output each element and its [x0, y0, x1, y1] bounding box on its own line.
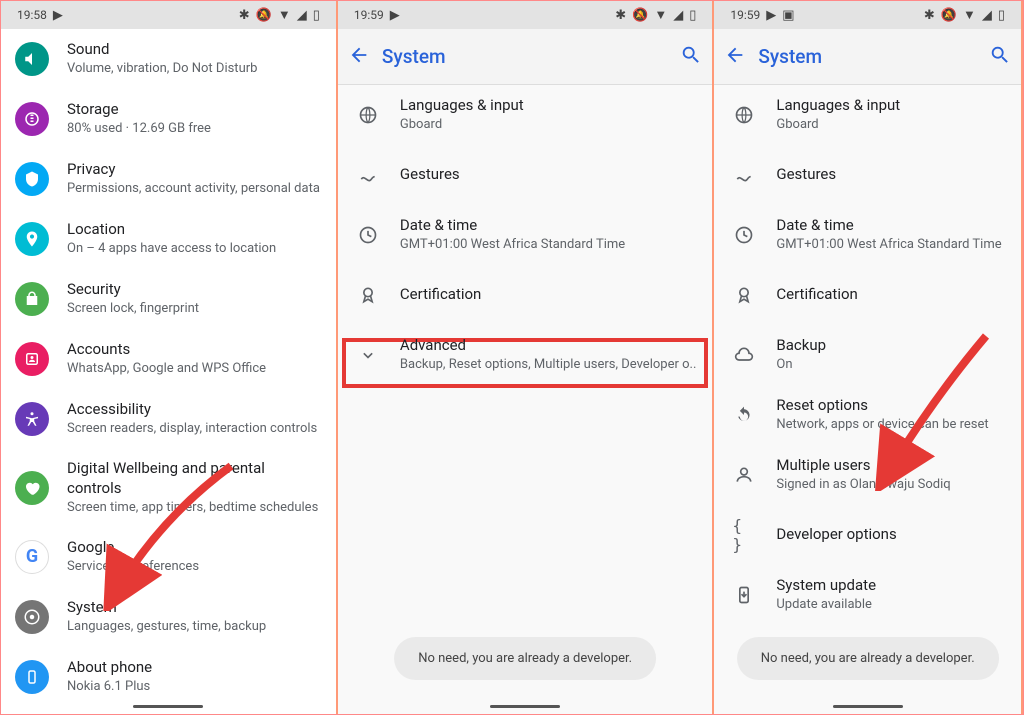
battery-icon: ▯ — [998, 8, 1005, 23]
chevron-down-icon — [356, 343, 380, 367]
row-multiusers[interactable]: Multiple usersSigned in as Olanrewaju So… — [714, 445, 1021, 505]
phone-panel-system: 19:59 ▶ ✱ 🔕 ▼ ◢ ▯ System Languages & inp… — [338, 1, 714, 714]
signal-icon: ◢ — [982, 8, 992, 23]
row-gestures[interactable]: Gestures — [338, 145, 712, 205]
update-icon — [732, 583, 756, 607]
settings-row-about[interactable]: About phoneNokia 6.1 Plus — [1, 647, 336, 707]
wifi-icon: ▼ — [278, 7, 291, 23]
row-developer[interactable]: { } Developer options — [714, 505, 1021, 565]
storage-icon — [15, 102, 49, 136]
signal-icon: ◢ — [297, 8, 307, 23]
play-icon: ▶ — [53, 8, 63, 23]
row-sysupdate[interactable]: System updateUpdate available — [714, 565, 1021, 625]
privacy-icon — [15, 162, 49, 196]
row-certification[interactable]: Certification — [714, 265, 1021, 325]
settings-row-privacy[interactable]: PrivacyPermissions, account activity, pe… — [1, 149, 336, 209]
signal-icon: ◢ — [673, 8, 683, 23]
dnd-icon: 🔕 — [632, 8, 648, 23]
search-button[interactable] — [680, 44, 702, 70]
accessibility-icon — [15, 402, 49, 436]
sound-icon — [15, 42, 49, 76]
phone-panel-system-expanded: 19:59 ▶ ▣ ✱ 🔕 ▼ ◢ ▯ System Languages & i… — [714, 1, 1023, 714]
status-bar: 19:58 ▶ ✱ 🔕 ▼ ◢ ▯ — [1, 1, 336, 29]
row-certification[interactable]: Certification — [338, 265, 712, 325]
clock-icon — [732, 223, 756, 247]
status-bar: 19:59 ▶ ▣ ✱ 🔕 ▼ ◢ ▯ — [714, 1, 1021, 29]
settings-row-location[interactable]: LocationOn – 4 apps have access to locat… — [1, 209, 336, 269]
wifi-icon: ▼ — [654, 7, 667, 23]
wellbeing-icon — [15, 471, 49, 505]
back-button[interactable] — [724, 44, 746, 70]
row-advanced[interactable]: AdvancedBackup, Reset options, Multiple … — [338, 325, 712, 385]
dnd-icon: 🔕 — [941, 8, 957, 23]
settings-row-accounts[interactable]: AccountsWhatsApp, Google and WPS Office — [1, 329, 336, 389]
bluetooth-icon: ✱ — [615, 8, 626, 23]
settings-row-sound[interactable]: SoundVolume, vibration, Do Not Disturb — [1, 29, 336, 89]
play-icon: ▶ — [766, 8, 776, 23]
globe-icon — [732, 103, 756, 127]
braces-icon: { } — [732, 523, 756, 547]
row-languages[interactable]: Languages & inputGboard — [338, 85, 712, 145]
battery-icon: ▯ — [313, 8, 320, 23]
clock-text: 19:59 — [730, 8, 760, 22]
toast: No need, you are already a developer. — [737, 637, 999, 680]
phone-panel-settings: 19:58 ▶ ✱ 🔕 ▼ ◢ ▯ SoundVolume, vibration… — [1, 1, 338, 714]
about-icon — [15, 660, 49, 694]
settings-row-wellbeing[interactable]: Digital Wellbeing and parental controlsS… — [1, 449, 336, 527]
gestures-icon — [732, 163, 756, 187]
accounts-icon — [15, 342, 49, 376]
clock-text: 19:58 — [17, 8, 47, 22]
search-button[interactable] — [989, 44, 1011, 70]
row-datetime[interactable]: Date & timeGMT+01:00 West Africa Standar… — [714, 205, 1021, 265]
app-bar: System — [338, 29, 712, 85]
settings-row-storage[interactable]: Storage80% used · 12.69 GB free — [1, 89, 336, 149]
nav-handle[interactable] — [133, 705, 203, 708]
wifi-icon: ▼ — [963, 7, 976, 23]
reset-icon — [732, 403, 756, 427]
bluetooth-icon: ✱ — [924, 8, 935, 23]
status-bar: 19:59 ▶ ✱ 🔕 ▼ ◢ ▯ — [338, 1, 712, 29]
system-list: Languages & inputGboard Gestures Date & … — [338, 85, 712, 714]
settings-row-security[interactable]: SecurityScreen lock, fingerprint — [1, 269, 336, 329]
row-languages[interactable]: Languages & inputGboard — [714, 85, 1021, 145]
appbar-title: System — [758, 45, 989, 68]
dnd-icon: 🔕 — [256, 8, 272, 23]
nav-handle[interactable] — [490, 705, 560, 708]
toast: No need, you are already a developer. — [394, 637, 656, 680]
row-reset[interactable]: Reset optionsNetwork, apps or device can… — [714, 385, 1021, 445]
app-bar: System — [714, 29, 1021, 85]
settings-row-google[interactable]: G GoogleServices & preferences — [1, 527, 336, 587]
google-icon: G — [15, 540, 49, 574]
row-datetime[interactable]: Date & timeGMT+01:00 West Africa Standar… — [338, 205, 712, 265]
gestures-icon — [356, 163, 380, 187]
row-gestures[interactable]: Gestures — [714, 145, 1021, 205]
appbar-title: System — [382, 45, 680, 68]
cloud-icon — [732, 343, 756, 367]
badge-icon — [732, 283, 756, 307]
system-icon — [15, 600, 49, 634]
settings-list: SoundVolume, vibration, Do Not Disturb S… — [1, 29, 336, 714]
globe-icon — [356, 103, 380, 127]
badge-icon — [356, 283, 380, 307]
security-icon — [15, 282, 49, 316]
location-icon — [15, 222, 49, 256]
back-button[interactable] — [348, 44, 370, 70]
settings-row-accessibility[interactable]: AccessibilityScreen readers, display, in… — [1, 389, 336, 449]
bluetooth-icon: ✱ — [239, 8, 250, 23]
user-icon — [732, 463, 756, 487]
settings-row-system[interactable]: SystemLanguages, gestures, time, backup — [1, 587, 336, 647]
play-icon: ▶ — [390, 8, 400, 23]
system-list-expanded: Languages & inputGboard Gestures Date & … — [714, 85, 1021, 714]
nav-handle[interactable] — [833, 705, 903, 708]
row-backup[interactable]: BackupOn — [714, 325, 1021, 385]
image-icon: ▣ — [782, 8, 794, 23]
battery-icon: ▯ — [689, 8, 696, 23]
clock-text: 19:59 — [354, 8, 384, 22]
clock-icon — [356, 223, 380, 247]
